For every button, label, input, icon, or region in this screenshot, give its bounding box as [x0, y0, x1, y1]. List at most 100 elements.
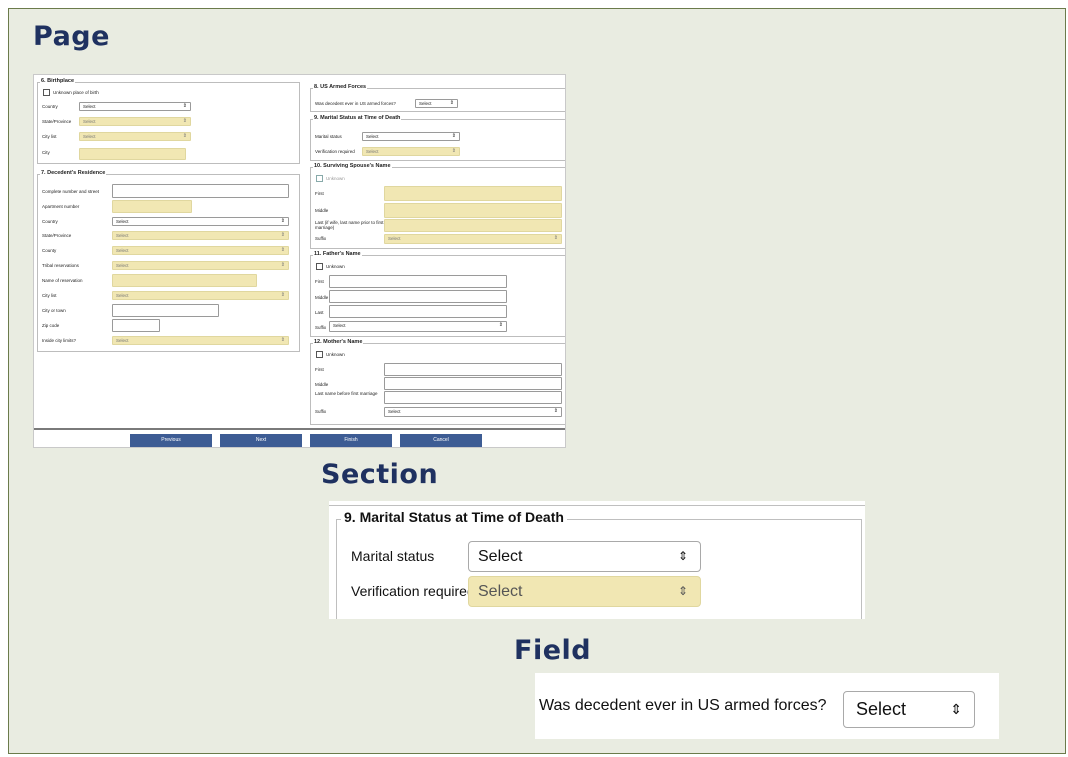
section-zoom: 9. Marital Status at Time of Death Marit…: [329, 501, 865, 619]
field-label: Country: [42, 219, 58, 224]
field-label: Verification required: [315, 149, 355, 154]
verification-label: Verification required: [351, 583, 475, 599]
select-value: Select: [478, 583, 523, 600]
mother-middle-input[interactable]: [384, 377, 562, 390]
birth-city-input[interactable]: [79, 148, 186, 160]
res-state-select[interactable]: Select ⇕: [112, 231, 289, 240]
spouse-unknown-checkbox[interactable]: [316, 175, 323, 182]
fieldset-armed-forces: 8. US Armed Forces Was decedent ever in …: [310, 84, 565, 112]
select-arrow-icon: ⇕: [280, 218, 285, 224]
field-label: Last name before first marriage: [315, 391, 378, 396]
select-value: Select: [116, 263, 129, 268]
cancel-button[interactable]: Cancel: [400, 434, 482, 447]
mother-suffix-select[interactable]: Select ⇕: [384, 407, 562, 417]
field-label: State/Province: [42, 119, 72, 124]
father-suffix-select[interactable]: Select ⇕: [329, 321, 507, 332]
select-value: Select: [333, 323, 346, 328]
field-label: Suffix: [315, 236, 327, 241]
select-arrow-icon: ⇕: [182, 103, 187, 109]
mother-last-input[interactable]: [384, 391, 562, 404]
select-value: Select: [388, 236, 401, 241]
field-label: Middle: [315, 208, 329, 213]
field-zoom: Was decedent ever in US armed forces? Se…: [535, 673, 999, 739]
select-arrow-icon: ⇕: [451, 133, 456, 139]
spouse-middle-input[interactable]: [384, 203, 562, 218]
heading-section: Section: [321, 459, 439, 490]
verification-select[interactable]: Select ⇕: [362, 147, 460, 156]
heading-field: Field: [514, 635, 592, 666]
select-value: Select: [419, 101, 432, 106]
fieldset-birthplace: 6. Birthplace Unknown place of birth Cou…: [37, 78, 300, 164]
apartment-input[interactable]: [112, 200, 192, 213]
spouse-last-input[interactable]: [384, 219, 562, 232]
select-value: Select: [116, 233, 129, 238]
mother-unknown-checkbox[interactable]: [316, 351, 323, 358]
select-value: Select: [388, 409, 401, 414]
field-label: Suffix: [315, 409, 327, 414]
father-first-input[interactable]: [329, 275, 507, 288]
father-last-input[interactable]: [329, 305, 507, 318]
select-arrow-icon: ⇕: [182, 118, 187, 124]
next-button[interactable]: Next: [220, 434, 302, 447]
fieldset-father-name: 11. Father's Name Unknown First Middle L…: [310, 251, 565, 337]
armed-forces-select-zoom[interactable]: Select ⇕: [843, 691, 975, 728]
fieldset-title: 6. Birthplace: [40, 78, 76, 84]
field-label: Country: [42, 104, 58, 109]
field-label: City list: [42, 293, 57, 298]
res-citylist-select[interactable]: Select ⇕: [112, 291, 289, 300]
select-value: Select: [366, 149, 379, 154]
zip-input[interactable]: [112, 319, 160, 332]
spouse-first-input[interactable]: [384, 186, 562, 201]
birth-citylist-select[interactable]: Select ⇕: [79, 132, 191, 141]
reservation-name-input[interactable]: [112, 274, 257, 287]
field-label: Last (if wife, last name prior to first …: [315, 220, 384, 230]
field-label: Inside city limits?: [42, 338, 77, 343]
field-label: Tribal reservations: [42, 263, 79, 268]
street-input[interactable]: [112, 184, 289, 198]
field-label: Was decedent ever in US armed forces?: [315, 101, 396, 106]
select-arrow-icon: ⇕: [280, 337, 285, 343]
finish-button[interactable]: Finish: [310, 434, 392, 447]
select-arrow-icon: ⇕: [677, 549, 688, 563]
field-label: State/Province: [42, 233, 72, 238]
tribal-select[interactable]: Select ⇕: [112, 261, 289, 270]
fieldset-residence: 7. Decedent's Residence Complete number …: [37, 170, 300, 352]
checkbox-label: Unknown: [326, 264, 345, 269]
field-label: Apartment number: [42, 204, 80, 209]
select-arrow-icon: ⇕: [280, 247, 285, 253]
county-select[interactable]: Select ⇕: [112, 246, 289, 255]
section-title: 9. Marital Status at Time of Death: [341, 509, 567, 525]
marital-status-select-zoom[interactable]: Select ⇕: [468, 541, 701, 572]
mother-first-input[interactable]: [384, 363, 562, 376]
spouse-suffix-select[interactable]: Select ⇕: [384, 234, 562, 244]
fieldset-mother-name: 12. Mother's Name Unknown First Middle L…: [310, 339, 565, 425]
unknown-birthplace-checkbox[interactable]: [43, 89, 50, 96]
select-value: Select: [116, 219, 129, 224]
checkbox-label: Unknown: [326, 352, 345, 357]
previous-button[interactable]: Previous: [130, 434, 212, 447]
field-label: Marital status: [315, 134, 342, 139]
fieldset-title: 7. Decedent's Residence: [40, 170, 107, 176]
birth-state-select[interactable]: Select ⇕: [79, 117, 191, 126]
city-limits-select[interactable]: Select ⇕: [112, 336, 289, 345]
select-arrow-icon: ⇕: [451, 148, 456, 154]
verification-select-zoom[interactable]: Select ⇕: [468, 576, 701, 607]
father-unknown-checkbox[interactable]: [316, 263, 323, 270]
select-arrow-icon: ⇕: [498, 322, 503, 328]
field-label: City list: [42, 134, 57, 139]
footer-divider: [34, 428, 565, 430]
field-label: Suffix: [315, 325, 327, 330]
fieldset-title: 9. Marital Status at Time of Death: [313, 115, 402, 121]
armed-forces-select[interactable]: Select ⇕: [415, 99, 458, 108]
father-middle-input[interactable]: [329, 290, 507, 303]
city-town-input[interactable]: [112, 304, 219, 317]
res-country-select[interactable]: Select ⇕: [112, 217, 289, 226]
marital-status-select[interactable]: Select ⇕: [362, 132, 460, 141]
select-arrow-icon: ⇕: [280, 262, 285, 268]
armed-forces-question: Was decedent ever in US armed forces?: [539, 697, 827, 714]
select-value: Select: [366, 134, 379, 139]
field-label: Last: [315, 310, 324, 315]
select-value: Select: [83, 104, 96, 109]
select-value: Select: [478, 548, 523, 565]
birth-country-select[interactable]: Select ⇕: [79, 102, 191, 111]
